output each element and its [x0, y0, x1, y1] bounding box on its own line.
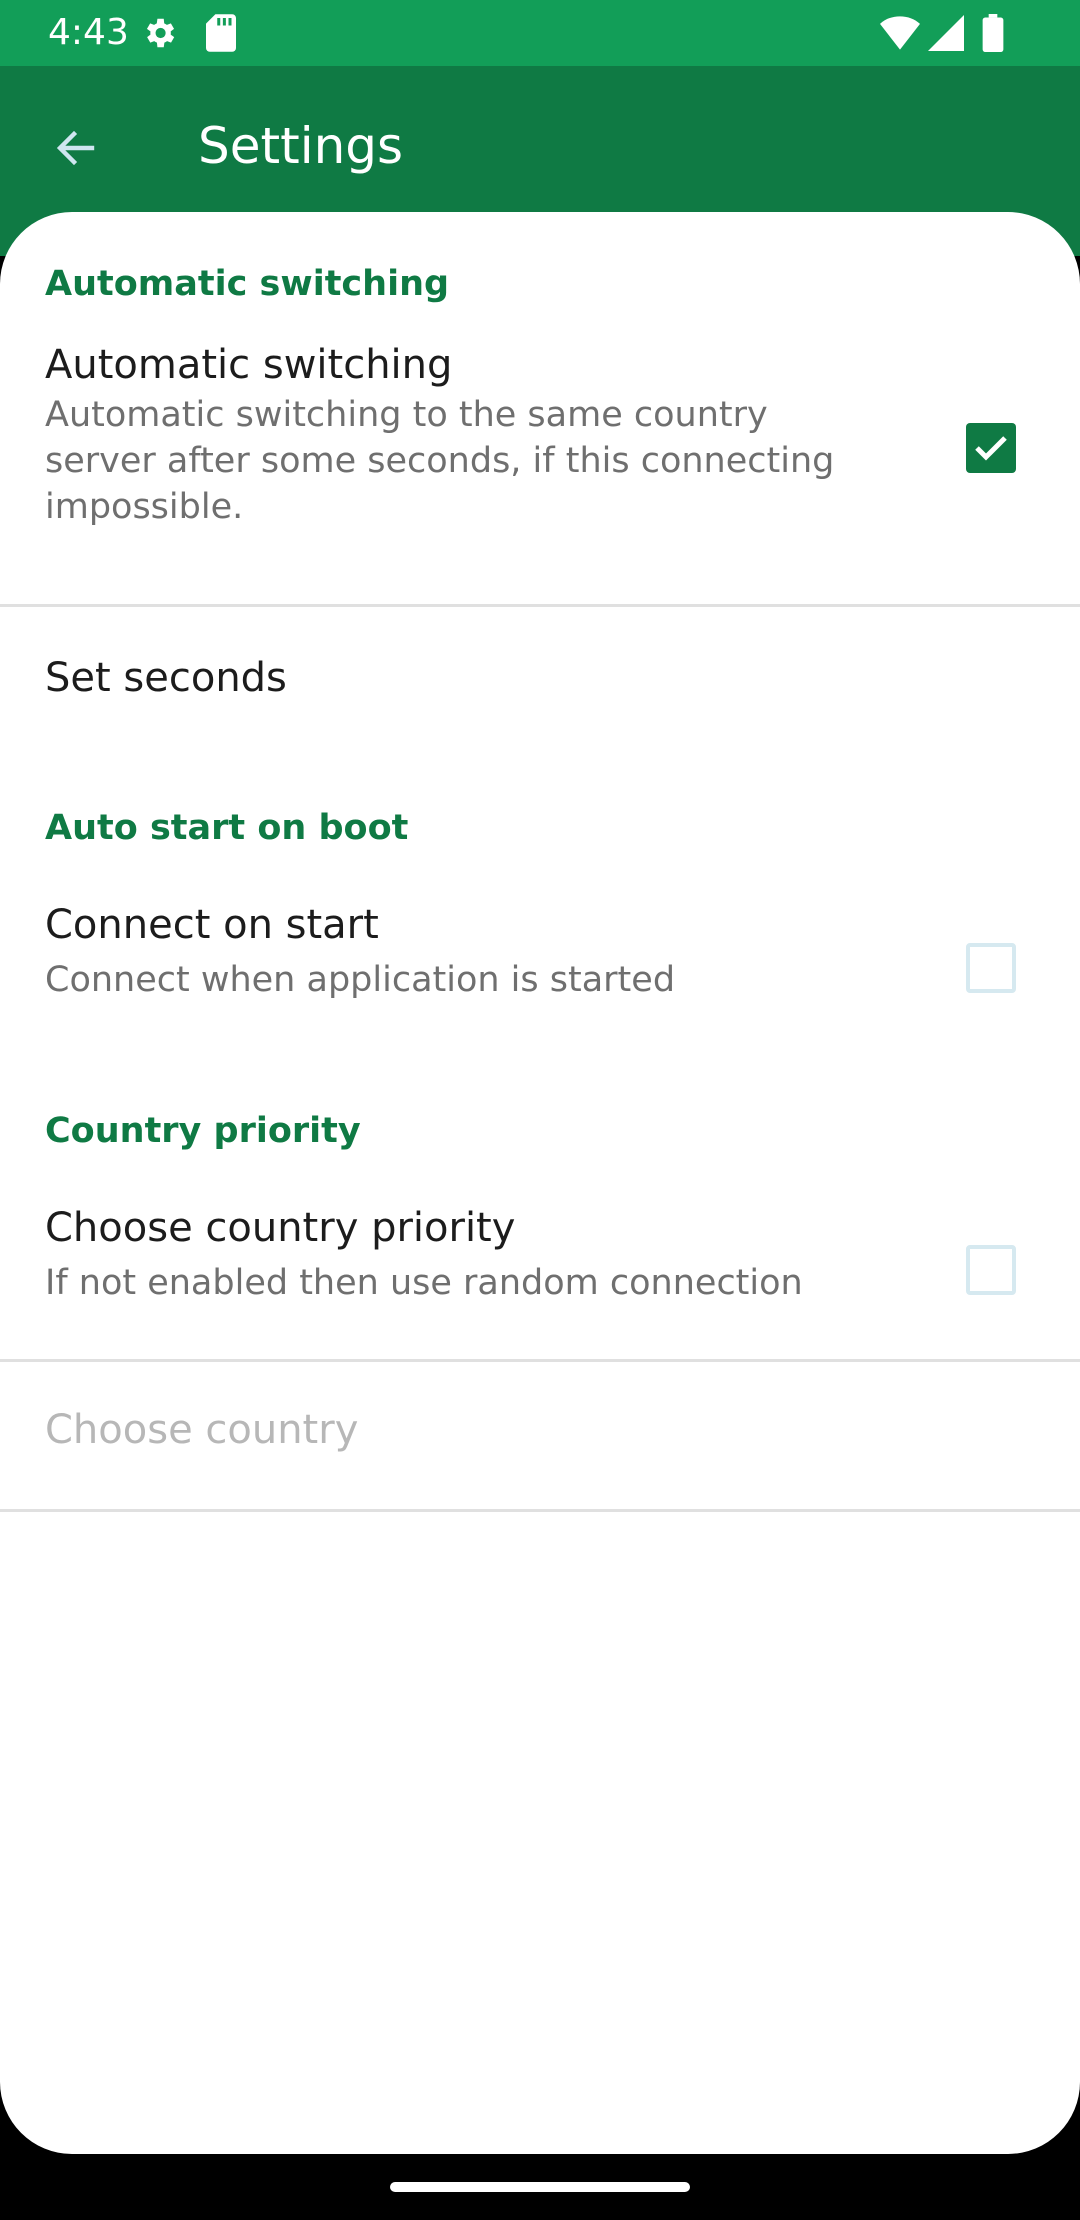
pref-summary-connect-on-start: Connect when application is started [45, 960, 676, 1000]
preferences-sheet: Automatic switching Automatic switching … [0, 212, 1080, 2154]
pref-summary-choose-country-priority: If not enabled then use random connectio… [45, 1263, 803, 1303]
home-indicator[interactable] [390, 2182, 690, 2192]
back-button[interactable] [34, 108, 118, 192]
settings-gear-icon [140, 14, 178, 52]
category-header-automatic-switching: Automatic switching [45, 264, 450, 304]
battery-icon [982, 14, 1004, 53]
wifi-icon [880, 14, 920, 52]
category-header-country-priority: Country priority [45, 1111, 361, 1151]
settings-screen: 4:43 Settings Automatic switching Automa… [0, 0, 1080, 2220]
status-bar: 4:43 [0, 0, 1080, 66]
pref-title-connect-on-start: Connect on start [45, 902, 379, 948]
pref-title-automatic-switching: Automatic switching [45, 342, 453, 388]
choose-country-priority-checkbox[interactable] [966, 1245, 1016, 1295]
status-time: 4:43 [48, 12, 129, 53]
pref-summary-automatic-switching: Automatic switching to the same country … [45, 395, 835, 527]
gesture-navigation-bar [0, 2154, 1080, 2220]
pref-title-choose-country: Choose country [45, 1407, 359, 1453]
pref-connect-on-start[interactable]: Connect on start Connect when applicatio… [0, 902, 1080, 1062]
pref-set-seconds[interactable]: Set seconds [0, 607, 1080, 757]
checkmark-icon [975, 436, 1007, 461]
connect-on-start-checkbox[interactable] [966, 943, 1016, 993]
sd-card-icon [206, 14, 236, 52]
pref-title-choose-country-priority: Choose country priority [45, 1205, 516, 1251]
pref-title-set-seconds: Set seconds [45, 655, 287, 701]
automatic-switching-checkbox[interactable] [966, 423, 1016, 473]
pref-choose-country-priority[interactable]: Choose country priority If not enabled t… [0, 1205, 1080, 1355]
page-title: Settings [198, 117, 404, 175]
pref-choose-country[interactable]: Choose country [0, 1362, 1080, 1509]
cellular-signal-icon [928, 14, 964, 52]
arrow-back-icon [52, 124, 100, 176]
divider [0, 1509, 1080, 1512]
category-header-auto-start: Auto start on boot [45, 808, 409, 848]
